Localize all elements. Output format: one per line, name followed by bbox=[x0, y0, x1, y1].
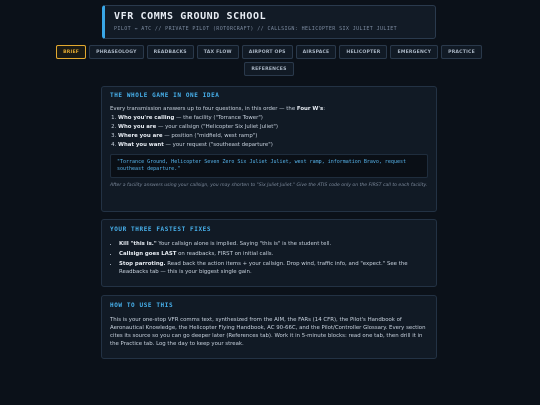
tab-phraseology[interactable]: PHRASEOLOGY bbox=[89, 45, 144, 59]
tab-airport-ops[interactable]: AIRPORT OPS bbox=[241, 45, 293, 59]
item-text: — the facility ("Torrance Tower") bbox=[174, 115, 263, 121]
tab-tax-flow[interactable]: TAX FLOW bbox=[196, 45, 239, 59]
fix-text: Your callsign alone is implied. Saying "… bbox=[156, 241, 332, 247]
fix-label: Callsign goes LAST bbox=[119, 251, 177, 257]
tab-airspace[interactable]: AIRSPACE bbox=[295, 45, 337, 59]
item-label: Who you are bbox=[118, 124, 157, 130]
callsign-note: After a facility answers using your call… bbox=[110, 183, 428, 188]
fix-label: Stop parroting. bbox=[119, 261, 166, 267]
item-label: Who you're calling bbox=[118, 115, 175, 121]
item-label: What you want bbox=[118, 142, 164, 148]
app-title: VFR COMMS GROUND SCHOOL bbox=[114, 11, 267, 22]
tab-row-2: REFERENCES bbox=[101, 62, 437, 76]
howto-heading: HOW TO USE THIS bbox=[110, 302, 174, 309]
tab-references[interactable]: REFERENCES bbox=[244, 62, 294, 76]
item-text: — your request ("southeast departure") bbox=[163, 142, 273, 148]
whole-game-heading: THE WHOLE GAME IN ONE IDEA bbox=[110, 92, 220, 99]
tab-row-1: BRIEF PHRASEOLOGY READBACKS TAX FLOW AIR… bbox=[56, 45, 482, 59]
tab-readbacks[interactable]: READBACKS bbox=[146, 45, 194, 59]
whole-game-card: THE WHOLE GAME IN ONE IDEA Every transmi… bbox=[101, 86, 437, 212]
four-ws-list: Who you're calling — the facility ("Torr… bbox=[110, 114, 428, 150]
item-text: — your callsign ("Helicopter Six Juliet … bbox=[156, 124, 278, 130]
example-call: "Torrance Ground, Helicopter Seven Zero … bbox=[110, 154, 428, 178]
tab-helicopter[interactable]: HELICOPTER bbox=[339, 45, 388, 59]
item-text: — position ("midfield, west ramp") bbox=[162, 133, 258, 139]
four-ws-label: Four W's bbox=[296, 106, 324, 112]
tab-emergency[interactable]: EMERGENCY bbox=[390, 45, 439, 59]
fix-text: on readbacks, FIRST on initial calls. bbox=[176, 251, 274, 257]
tab-brief[interactable]: BRIEF bbox=[56, 45, 87, 59]
howto-card: HOW TO USE THIS This is your one-stop VF… bbox=[101, 295, 437, 359]
app: VFR COMMS GROUND SCHOOL PILOT ↔ ATC // P… bbox=[0, 0, 540, 405]
app-header: VFR COMMS GROUND SCHOOL PILOT ↔ ATC // P… bbox=[102, 5, 436, 39]
list-item: What you want — your request ("southeast… bbox=[118, 141, 428, 150]
list-item: Where you are — position ("midfield, wes… bbox=[118, 132, 428, 141]
list-item: Kill "this is." Your callsign alone is i… bbox=[119, 240, 428, 248]
intro-text: Every transmission answers up to four qu… bbox=[110, 106, 297, 112]
list-item: Stop parroting. Read back the action ite… bbox=[119, 260, 428, 276]
list-item: Callsign goes LAST on readbacks, FIRST o… bbox=[119, 250, 428, 258]
intro-colon: : bbox=[323, 106, 326, 112]
tab-practice[interactable]: PRACTICE bbox=[441, 45, 482, 59]
list-item: Who you're calling — the facility ("Torr… bbox=[118, 114, 428, 123]
list-item: Who you are — your callsign ("Helicopter… bbox=[118, 123, 428, 132]
fix-label: Kill "this is." bbox=[119, 241, 157, 247]
app-subtitle: PILOT ↔ ATC // PRIVATE PILOT (ROTORCRAFT… bbox=[114, 26, 398, 32]
fixes-card: YOUR THREE FASTEST FIXES Kill "this is."… bbox=[101, 219, 437, 287]
tab-bar: BRIEF PHRASEOLOGY READBACKS TAX FLOW AIR… bbox=[56, 45, 482, 76]
fixes-heading: YOUR THREE FASTEST FIXES bbox=[110, 226, 212, 233]
howto-body: This is your one-stop VFR comms text, sy… bbox=[110, 317, 426, 347]
four-ws-intro: Every transmission answers up to four qu… bbox=[110, 105, 428, 113]
item-label: Where you are bbox=[118, 133, 163, 139]
fixes-list: Kill "this is." Your callsign alone is i… bbox=[110, 240, 428, 276]
